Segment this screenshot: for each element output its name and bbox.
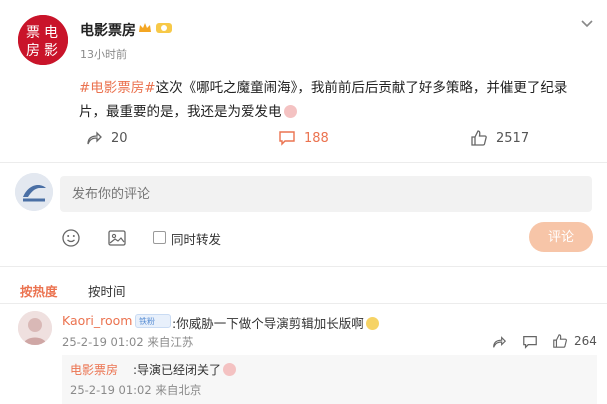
reply-author[interactable]: 电影票房 bbox=[70, 361, 118, 378]
current-user-avatar bbox=[15, 173, 53, 211]
post-body: #电影票房#这次《哪吒之魔童闹海》，我前前后后贡献了好多策略，并催更了纪录片，最… bbox=[79, 76, 589, 124]
repost-checkbox[interactable] bbox=[153, 231, 166, 244]
divider bbox=[0, 266, 607, 267]
repost-icon bbox=[87, 131, 102, 145]
author-name[interactable]: 电影票房 bbox=[80, 20, 136, 40]
comment-meta: 25-2-19 01:02 来自江苏 bbox=[62, 335, 194, 349]
svg-text:电: 电 bbox=[44, 25, 58, 41]
comment-count: 188 bbox=[304, 130, 329, 146]
thumbs-up-icon bbox=[471, 130, 487, 146]
reply-meta: 25-2-19 01:02 来自北京 bbox=[70, 383, 202, 397]
image-icon[interactable] bbox=[107, 228, 127, 248]
divider bbox=[0, 162, 607, 163]
repost-label: 同时转发 bbox=[171, 232, 222, 247]
smile-icon[interactable] bbox=[61, 228, 81, 248]
crown-icon bbox=[139, 23, 151, 32]
post-time: 13小时前 bbox=[80, 48, 127, 61]
fan-badge: 铁粉 bbox=[135, 314, 171, 328]
tab-sort-time[interactable]: 按时间 bbox=[88, 281, 126, 300]
comment-icon[interactable] bbox=[522, 334, 538, 350]
commenter-avatar-image bbox=[18, 311, 52, 345]
chevron-down-icon[interactable] bbox=[578, 14, 596, 32]
comment-button[interactable]: 188 bbox=[278, 128, 329, 148]
commenter-name[interactable]: Kaori_room bbox=[62, 313, 132, 328]
comment-like-count: 264 bbox=[574, 334, 597, 348]
avatar-logo: 票 电 房 影 bbox=[18, 15, 68, 65]
comment-text: :你威胁一下做个导演剪辑加长版啊 bbox=[172, 313, 379, 332]
svg-text:房: 房 bbox=[26, 43, 40, 59]
user-avatar-icon bbox=[15, 173, 53, 211]
share-count: 20 bbox=[111, 130, 128, 146]
emoji-icon bbox=[365, 317, 379, 330]
tab-sort-hot[interactable]: 按热度 bbox=[20, 281, 58, 300]
divider bbox=[0, 303, 607, 304]
comment-text-content: :你威胁一下做个导演剪辑加长版啊 bbox=[172, 316, 364, 331]
comment-icon bbox=[279, 131, 295, 146]
reply-text: :导演已经闭关了 bbox=[133, 361, 237, 378]
vip-level-icon bbox=[156, 23, 172, 33]
thumbs-up-icon bbox=[553, 334, 567, 348]
comment-like-button[interactable]: 264 bbox=[552, 333, 597, 349]
author-avatar[interactable]: 票 电 房 影 bbox=[18, 15, 68, 65]
like-button[interactable]: 2517 bbox=[470, 128, 529, 148]
emoji-icon bbox=[283, 105, 297, 118]
verified-badge bbox=[137, 19, 175, 37]
emoji-icon bbox=[223, 363, 237, 376]
like-count: 2517 bbox=[496, 130, 530, 146]
commenter-avatar[interactable] bbox=[18, 311, 52, 345]
repost-icon[interactable] bbox=[491, 334, 507, 350]
svg-text:影: 影 bbox=[44, 43, 58, 59]
submit-comment-button[interactable]: 评论 bbox=[529, 222, 593, 252]
topic-tag[interactable]: #电影票房# bbox=[79, 80, 156, 96]
share-button[interactable]: 20 bbox=[85, 128, 128, 148]
comment-input[interactable] bbox=[60, 176, 592, 212]
reply-text-content: :导演已经闭关了 bbox=[133, 363, 222, 377]
svg-text:票: 票 bbox=[26, 25, 40, 41]
